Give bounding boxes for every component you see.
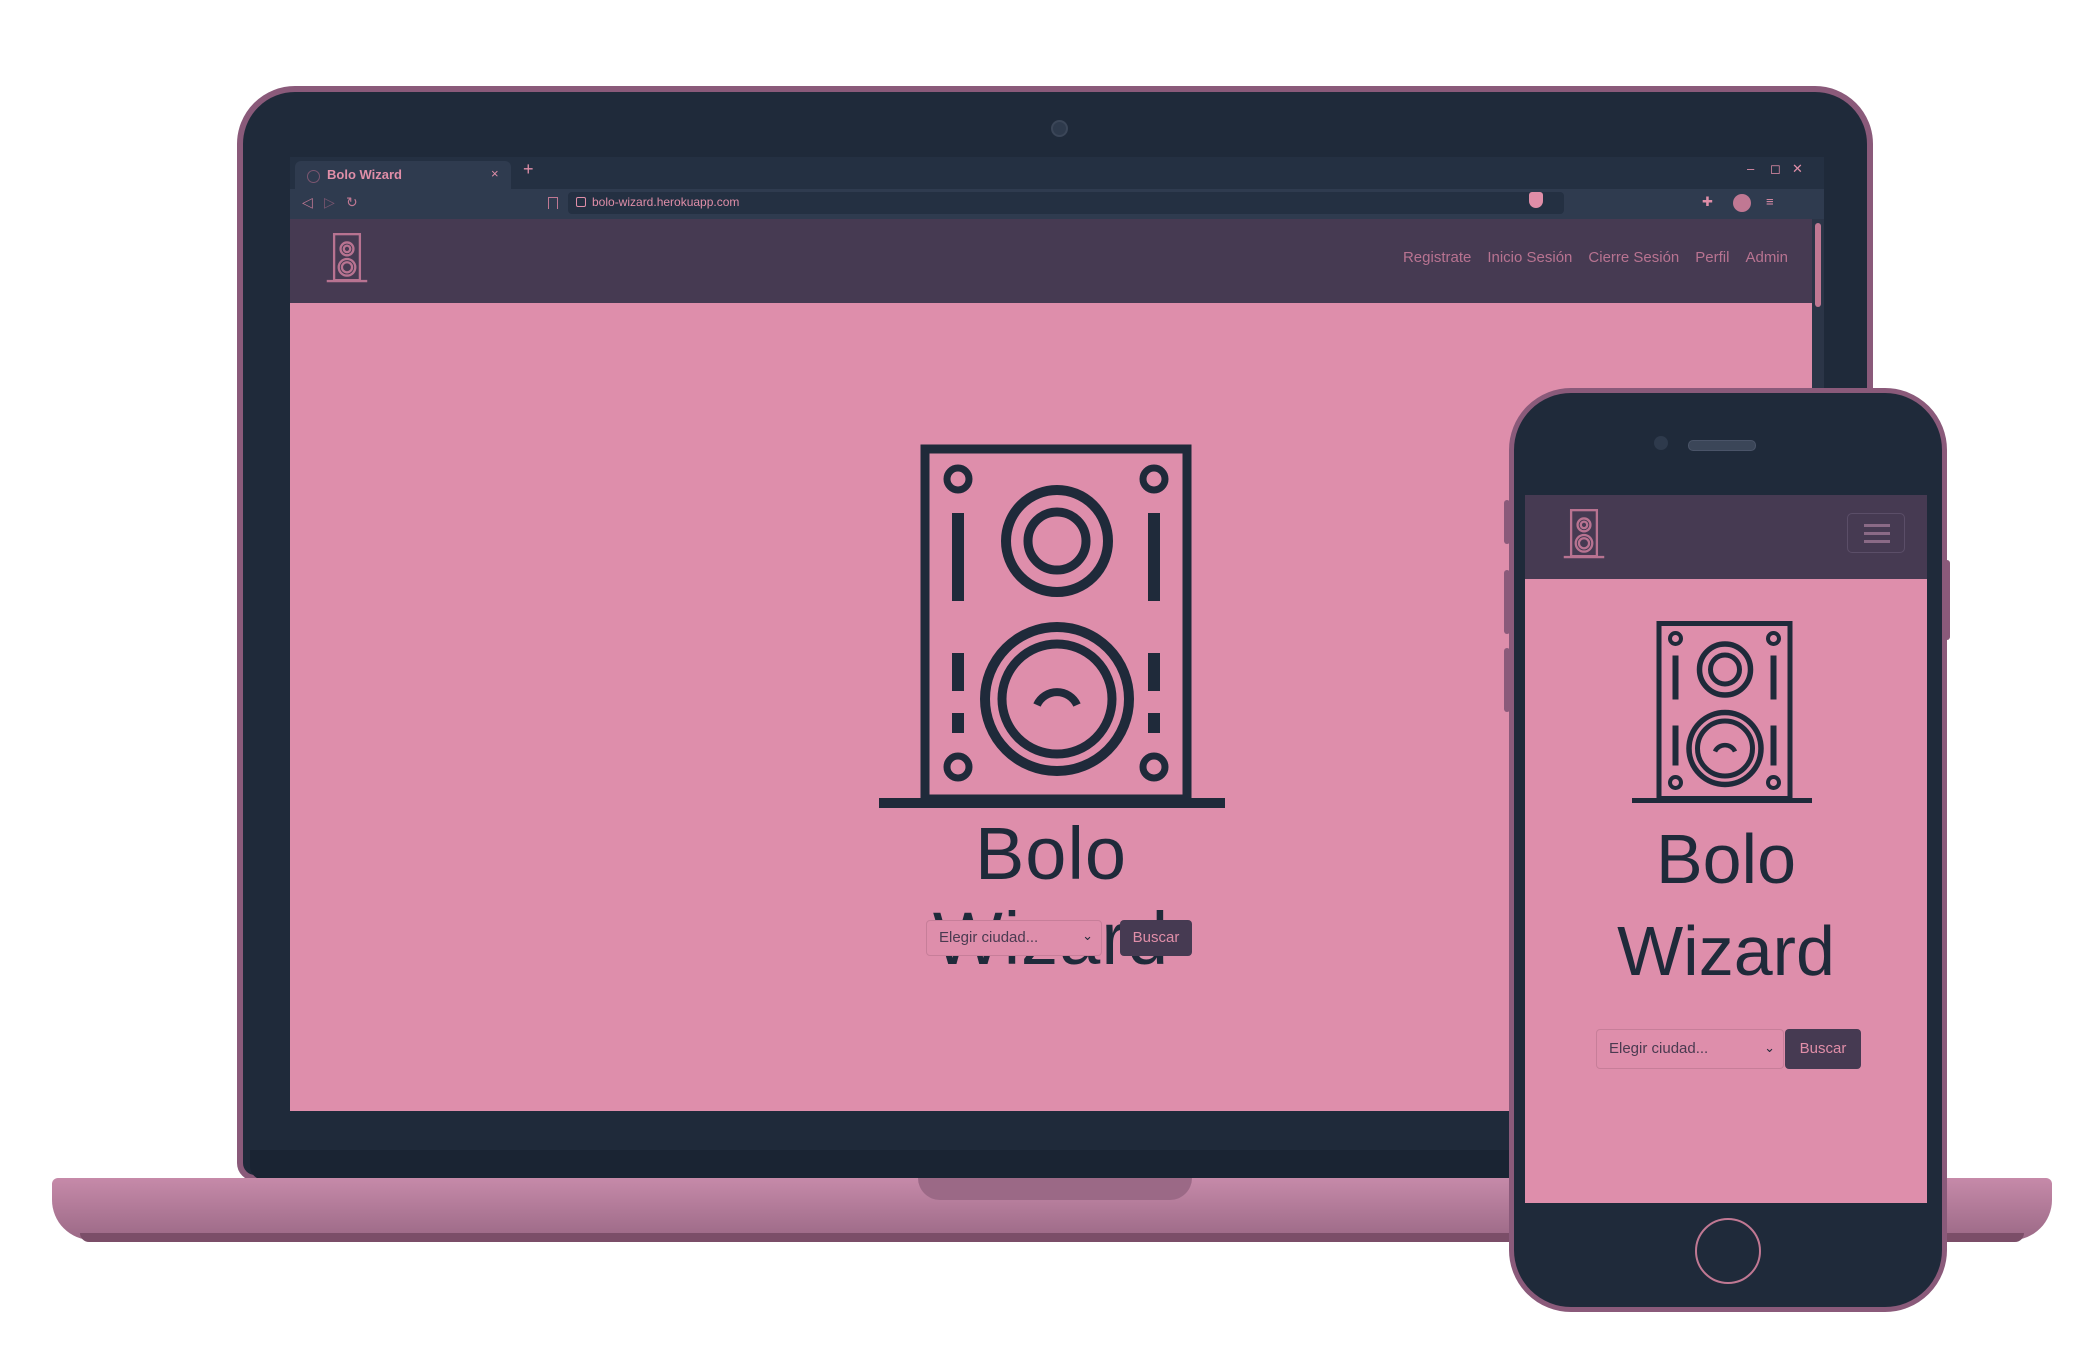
nav-link-registrate[interactable]: Registrate — [1403, 249, 1471, 266]
phone-side-button — [1944, 560, 1950, 640]
mobile-city-select-placeholder: Elegir ciudad... — [1609, 1040, 1709, 1057]
chevron-down-icon: ⌄ — [1082, 928, 1093, 943]
mobile-title-line2: Wizard — [1617, 912, 1835, 990]
phone-home-button[interactable] — [1695, 1218, 1761, 1284]
profile-avatar[interactable] — [1733, 194, 1751, 212]
laptop-camera — [1051, 120, 1068, 137]
mobile-search-button[interactable]: Buscar — [1785, 1029, 1861, 1069]
speaker-logo-icon[interactable] — [1561, 507, 1607, 563]
speaker-logo-icon — [879, 444, 1225, 808]
phone-side-button — [1504, 570, 1510, 634]
address-bar[interactable]: bolo-wizard.herokuapp.com — [568, 192, 1564, 214]
reload-icon[interactable]: ↻ — [346, 194, 358, 211]
menu-icon[interactable]: ≡ — [1766, 194, 1774, 209]
site-navbar: Registrate Inicio Sesión Cierre Sesión P… — [290, 219, 1812, 303]
browser-toolbar: ◁ ▷ ↻ bolo-wizard.herokuapp.com ✚ ≡ — [290, 189, 1824, 219]
globe-icon — [307, 170, 320, 183]
phone-side-button — [1504, 500, 1510, 544]
mobile-navbar — [1525, 495, 1927, 579]
close-window-button[interactable]: ✕ — [1792, 161, 1803, 177]
tab-title: Bolo Wizard — [327, 167, 402, 182]
url-text: bolo-wizard.herokuapp.com — [592, 195, 740, 209]
nav-link-cierre-sesion[interactable]: Cierre Sesión — [1588, 249, 1679, 266]
back-icon[interactable]: ◁ — [302, 194, 313, 211]
phone-side-button — [1504, 648, 1510, 712]
speaker-logo-icon — [1632, 621, 1812, 803]
chevron-down-icon: ⌄ — [1764, 1040, 1775, 1055]
mobile-site-title: Bolo Wizard — [1525, 813, 1927, 997]
city-select[interactable]: Elegir ciudad... ⌄ — [926, 920, 1102, 956]
maximize-button[interactable]: ◻ — [1770, 161, 1781, 177]
bookmark-icon[interactable] — [548, 197, 558, 209]
close-tab-icon[interactable]: × — [491, 166, 499, 181]
nav-links: Registrate Inicio Sesión Cierre Sesión P… — [1403, 249, 1788, 266]
browser-tab-bar: Bolo Wizard × + – ◻ ✕ — [290, 157, 1824, 189]
laptop-notch — [918, 1178, 1192, 1200]
search-button[interactable]: Buscar — [1120, 920, 1192, 956]
nav-link-perfil[interactable]: Perfil — [1695, 249, 1729, 266]
nav-link-admin[interactable]: Admin — [1745, 249, 1788, 266]
lock-icon — [576, 197, 586, 207]
shield-icon[interactable] — [1529, 192, 1543, 208]
nav-link-inicio-sesion[interactable]: Inicio Sesión — [1487, 249, 1572, 266]
minimize-button[interactable]: – — [1747, 161, 1754, 176]
extension-icon[interactable]: ✚ — [1702, 194, 1713, 210]
forward-icon[interactable]: ▷ — [324, 194, 335, 211]
mobile-title-line1: Bolo — [1655, 820, 1797, 898]
hamburger-icon[interactable] — [1847, 513, 1905, 553]
phone-camera — [1654, 436, 1668, 450]
mobile-city-select[interactable]: Elegir ciudad... ⌄ — [1596, 1029, 1784, 1069]
speaker-logo-icon[interactable] — [324, 231, 370, 287]
phone-screen: Bolo Wizard Elegir ciudad... ⌄ Buscar — [1525, 495, 1927, 1203]
phone-speaker — [1688, 440, 1756, 451]
scrollbar-thumb[interactable] — [1815, 223, 1821, 307]
city-select-placeholder: Elegir ciudad... — [939, 929, 1039, 946]
new-tab-button[interactable]: + — [523, 159, 534, 180]
browser-tab[interactable]: Bolo Wizard × — [295, 161, 511, 189]
